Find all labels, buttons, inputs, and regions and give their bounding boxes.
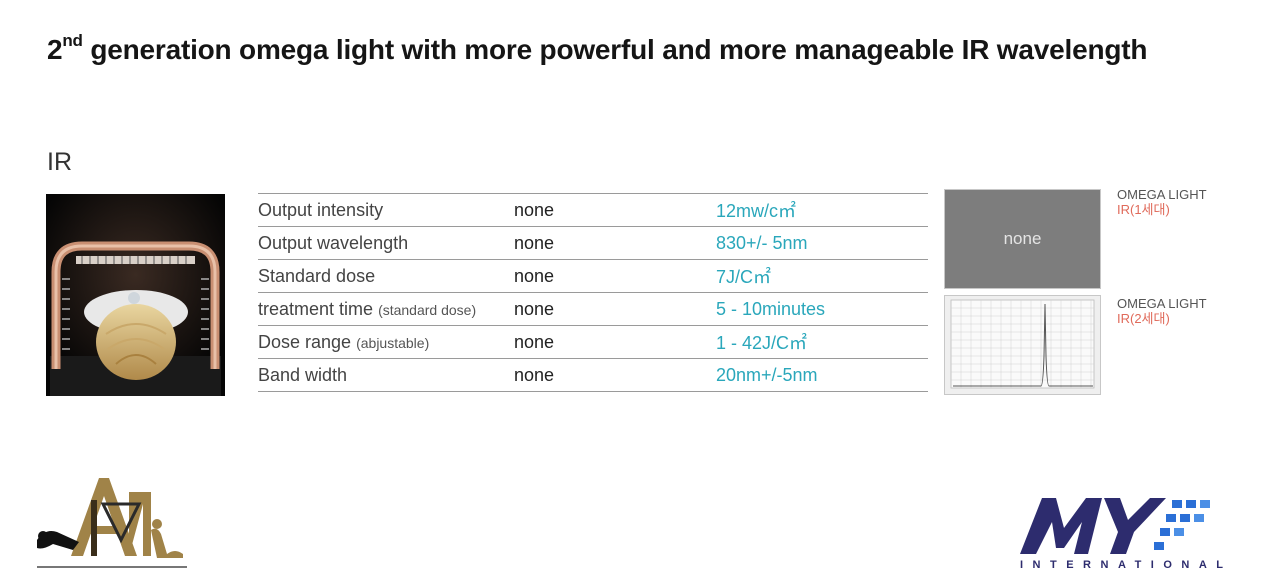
- table-row: Output intensity none 12mw/c㎡: [258, 193, 928, 227]
- row-label: Standard dose: [258, 259, 514, 293]
- row-spec: 7J/C㎡: [716, 259, 928, 293]
- generation-label: IR(2세대): [1117, 311, 1170, 326]
- table-row: Dose range (abjustable) none 1 - 42J/C㎡: [258, 325, 928, 359]
- row-spec: 1 - 42J/C㎡: [716, 325, 928, 359]
- am-logo: [33, 470, 193, 573]
- device-photo: [46, 194, 225, 396]
- title-prefix: 2: [47, 34, 63, 65]
- row-value: none: [514, 193, 716, 227]
- row-label: Output intensity: [258, 193, 514, 227]
- generation-label: IR(1세대): [1117, 202, 1170, 217]
- brand-label: OMEGA LIGHT: [1117, 187, 1207, 202]
- table-row: Output wavelength none 830+/- 5nm: [258, 226, 928, 260]
- row-note: (abjustable): [356, 334, 430, 351]
- row-spec: 20nm+/-5nm: [716, 358, 928, 392]
- row-label: Dose range (abjustable): [258, 325, 514, 359]
- international-wordmark: INTERNATIONAL: [1020, 559, 1226, 571]
- table-row: Band width none 20nm+/-5nm: [258, 358, 928, 392]
- row-value: none: [514, 325, 716, 359]
- row-label: treatment time (standard dose): [258, 292, 514, 326]
- my-international-logo: INTERNATIONAL: [1016, 492, 1226, 573]
- row-value: none: [514, 292, 716, 326]
- title-text: generation omega light with more powerfu…: [82, 34, 1148, 65]
- row-label: Output wavelength: [258, 226, 514, 260]
- row-spec: 5 - 10minutes: [716, 292, 928, 326]
- panel-label-1gen: OMEGA LIGHT IR(1세대): [1117, 187, 1207, 217]
- row-note: (standard dose): [378, 301, 477, 318]
- brand-label: OMEGA LIGHT: [1117, 296, 1207, 311]
- section-label: IR: [47, 148, 72, 176]
- spectrum-placeholder-1gen: none: [944, 189, 1101, 289]
- row-label: Band width: [258, 358, 514, 392]
- spectrum-graph-2gen: [944, 295, 1101, 395]
- spec-table: Output intensity none 12mw/c㎡ Output wav…: [258, 193, 928, 392]
- spectrum-plot: [950, 299, 1095, 389]
- row-value: none: [514, 259, 716, 293]
- panel-label-2gen: OMEGA LIGHT IR(2세대): [1117, 296, 1207, 326]
- row-value: none: [514, 226, 716, 260]
- row-value: none: [514, 358, 716, 392]
- table-row: Standard dose none 7J/C㎡: [258, 259, 928, 293]
- title-superscript: nd: [62, 31, 83, 50]
- row-spec: 12mw/c㎡: [716, 193, 928, 227]
- placeholder-text: none: [1003, 229, 1042, 248]
- row-spec: 830+/- 5nm: [716, 226, 928, 260]
- page-title: 2nd generation omega light with more pow…: [47, 31, 1148, 66]
- table-row: treatment time (standard dose) none 5 - …: [258, 292, 928, 326]
